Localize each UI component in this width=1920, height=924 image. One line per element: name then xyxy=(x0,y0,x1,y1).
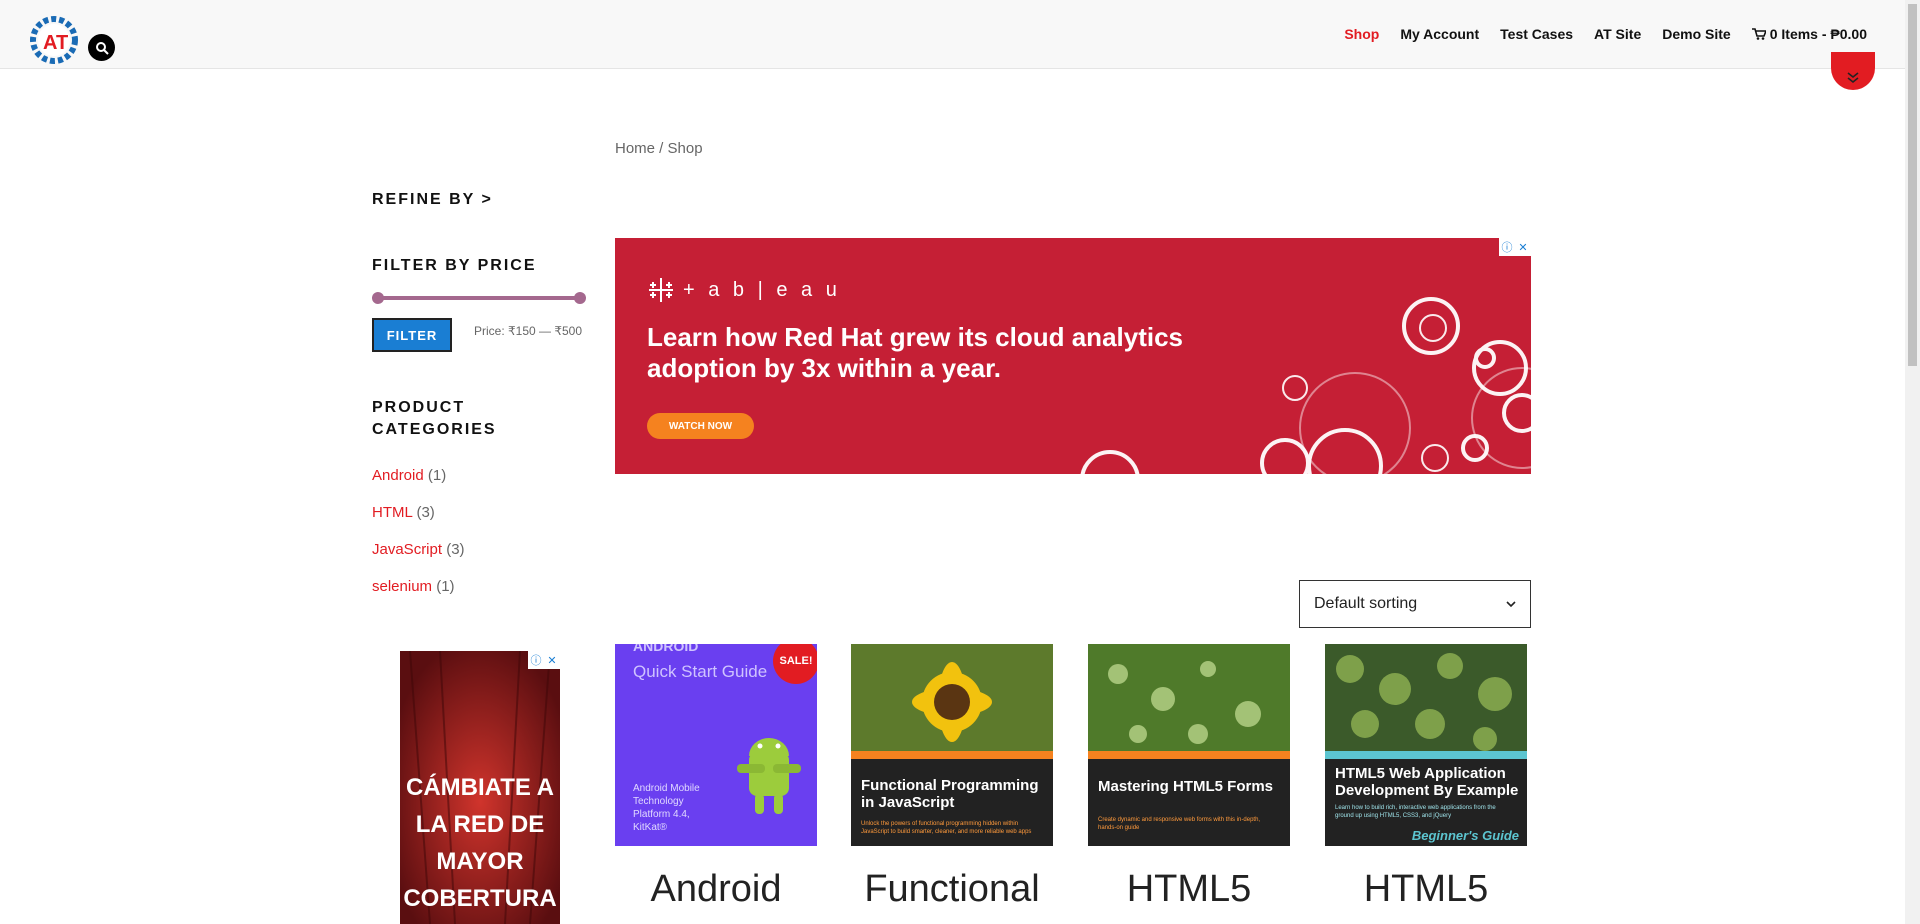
product-image[interactable]: HTML5 Web Application Development By Exa… xyxy=(1325,644,1527,846)
cover-top-text: ANDROID xyxy=(633,644,699,654)
category-count: (1) xyxy=(427,467,447,484)
scroll-down-button[interactable] xyxy=(1831,52,1875,90)
filter-by-price-title: FILTER BY PRICE xyxy=(372,257,537,274)
product-image[interactable]: Mastering HTML5 Forms Create dynamic and… xyxy=(1088,644,1290,846)
sort-selected-value: Default sorting xyxy=(1314,595,1418,612)
price-max-handle[interactable] xyxy=(574,292,586,304)
product-name[interactable]: Functional xyxy=(851,868,1053,911)
android-robot-icon xyxy=(737,738,801,814)
nav-demo-site[interactable]: Demo Site xyxy=(1662,26,1730,42)
cover-title: Functional Programming in JavaScript xyxy=(861,777,1039,811)
site-logo[interactable]: AT xyxy=(28,14,80,66)
category-link-javascript[interactable]: JavaScript xyxy=(372,541,442,558)
sunflower-cover-art xyxy=(851,644,1053,759)
ad-close-icon[interactable]: ✕ xyxy=(544,654,560,667)
svg-text:AT: AT xyxy=(43,32,68,54)
site-header: AT Shop My Account Test Cases AT Site De… xyxy=(0,0,1905,69)
nav-shop[interactable]: Shop xyxy=(1344,26,1379,42)
category-item: JavaScript (3) xyxy=(372,541,465,578)
product-image[interactable]: ANDROID Quick Start Guide Android Mobile… xyxy=(615,644,817,846)
cover-subtitle: Learn how to build rich, interactive web… xyxy=(1335,805,1496,819)
filter-button[interactable]: FILTER xyxy=(372,318,452,352)
ad-info-icon[interactable]: ⓘ xyxy=(1499,239,1515,255)
tableau-wordmark: + a b | e a u xyxy=(683,278,841,301)
breadcrumb[interactable]: Home / Shop xyxy=(615,140,703,157)
cart-summary: 0 Items - ₱0.00 xyxy=(1769,26,1867,42)
category-list: Android (1) HTML (3) JavaScript (3) sele… xyxy=(372,467,465,615)
cover-subtitle: Unlock the powers of functional programm… xyxy=(861,821,1032,835)
nav-at-site[interactable]: AT Site xyxy=(1594,26,1641,42)
cover-badge: Beginner's Guide xyxy=(1411,828,1519,843)
leaf-droplets-cover-art xyxy=(1088,644,1290,759)
category-count: (1) xyxy=(436,578,455,595)
price-min-handle[interactable] xyxy=(372,292,384,304)
product-image[interactable]: Functional Programming in JavaScript Unl… xyxy=(851,644,1053,846)
price-range-label: Price: ₹150 — ₹500 xyxy=(474,324,582,338)
product-name[interactable]: Android xyxy=(615,868,817,911)
category-link-html[interactable]: HTML xyxy=(372,504,412,521)
chevron-down-icon xyxy=(1506,600,1516,607)
category-count: (3) xyxy=(416,504,435,521)
refine-by-title: REFINE BY > xyxy=(372,191,493,208)
ad-headline: Learn how Red Hat grew its cloud analyti… xyxy=(647,322,1184,383)
lily-pads-cover-art xyxy=(1325,644,1527,759)
category-item: selenium (1) xyxy=(372,578,465,615)
product-categories-title: PRODUCT CATEGORIES xyxy=(372,399,497,438)
category-item: HTML (3) xyxy=(372,504,465,541)
sale-badge: SALE! xyxy=(773,644,817,684)
scrollbar-thumb[interactable] xyxy=(1908,4,1917,366)
nav-cart[interactable]: 0 Items - ₱0.00 xyxy=(1751,26,1867,42)
category-count: (3) xyxy=(446,541,465,558)
side-ad-text: CÁMBIATE A LA RED DE MAYOR COBERTURA xyxy=(403,774,557,912)
cover-title: Quick Start Guide xyxy=(633,662,768,681)
product-card[interactable]: Mastering HTML5 Forms Create dynamic and… xyxy=(1088,644,1290,911)
category-link-selenium[interactable]: selenium xyxy=(372,578,432,595)
cover-subtitle: Android Mobile Technology Platform 4.4, … xyxy=(633,783,700,833)
ad-info-icon[interactable]: ⓘ xyxy=(528,652,544,668)
tableau-ad-banner[interactable]: + a b | e a u Learn how Red Hat grew its… xyxy=(615,238,1531,474)
cover-subtitle: Create dynamic and responsive web forms … xyxy=(1098,817,1261,831)
double-chevron-down-icon xyxy=(1847,72,1859,84)
cover-title: Mastering HTML5 Forms xyxy=(1098,778,1274,795)
cover-title: HTML5 Web Application Development By Exa… xyxy=(1335,765,1519,799)
main-nav: Shop My Account Test Cases AT Site Demo … xyxy=(1323,26,1867,42)
product-card[interactable]: HTML5 Web Application Development By Exa… xyxy=(1325,644,1527,911)
cart-icon xyxy=(1751,28,1766,40)
category-item: Android (1) xyxy=(372,467,465,504)
ad-close-icon[interactable]: ✕ xyxy=(1515,241,1531,254)
nav-my-account[interactable]: My Account xyxy=(1400,26,1479,42)
category-link-android[interactable]: Android xyxy=(372,467,424,484)
sort-select[interactable]: Default sorting xyxy=(1299,580,1531,628)
product-name[interactable]: HTML5 xyxy=(1325,868,1527,911)
search-button[interactable] xyxy=(88,34,115,61)
ad-choices-badge[interactable]: ⓘ ✕ xyxy=(1499,238,1531,256)
search-icon xyxy=(95,41,109,55)
side-ad-choices-badge[interactable]: ⓘ ✕ xyxy=(528,651,560,669)
price-range-bar xyxy=(378,296,580,300)
tableau-logo: + a b | e a u xyxy=(647,276,841,304)
product-card[interactable]: ANDROID Quick Start Guide Android Mobile… xyxy=(615,644,817,911)
product-card[interactable]: Functional Programming in JavaScript Unl… xyxy=(851,644,1053,911)
tableau-cross-icon xyxy=(649,278,673,302)
page-scrollbar[interactable] xyxy=(1905,0,1920,924)
side-ad-banner[interactable]: CÁMBIATE A LA RED DE MAYOR COBERTURA ⓘ ✕ xyxy=(400,651,560,924)
price-range-slider[interactable] xyxy=(372,292,586,304)
watch-now-button[interactable]: WATCH NOW xyxy=(647,413,754,439)
product-name[interactable]: HTML5 xyxy=(1088,868,1290,911)
nav-test-cases[interactable]: Test Cases xyxy=(1500,26,1573,42)
